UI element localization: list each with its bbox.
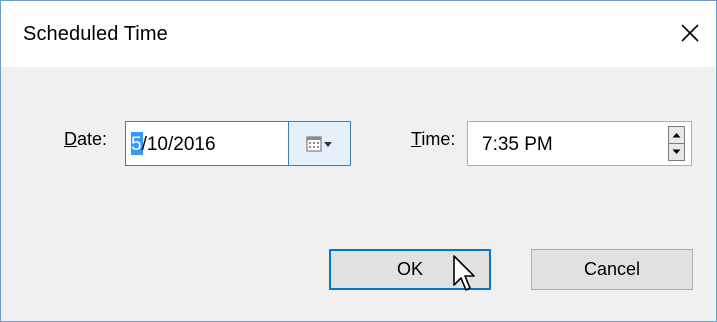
date-picker[interactable]: 5/10/2016: [125, 121, 351, 166]
close-icon: [681, 24, 699, 42]
date-value-selected: 5: [131, 134, 142, 155]
cancel-button[interactable]: Cancel: [531, 249, 693, 290]
date-value[interactable]: 5/10/2016: [131, 134, 216, 156]
dialog-title: Scheduled Time: [23, 23, 168, 45]
time-label-rest: ime:: [421, 129, 456, 149]
calendar-dropdown-icon: [306, 136, 332, 151]
date-value-rest: /10/2016: [141, 134, 216, 155]
title-bar: Scheduled Time: [1, 1, 716, 67]
scheduled-time-dialog: Scheduled Time Date: 5/10/2016 Time: 7:3…: [0, 0, 717, 322]
spin-up-button[interactable]: [669, 127, 684, 144]
mouse-cursor-icon: [453, 255, 475, 291]
time-label-accel: T: [411, 129, 422, 149]
time-value[interactable]: 7:35 PM: [482, 134, 553, 156]
time-picker[interactable]: 7:35 PM: [467, 121, 692, 166]
time-label: Time:: [411, 129, 455, 150]
spin-down-button[interactable]: [669, 144, 684, 160]
time-spinner[interactable]: [668, 126, 685, 161]
spin-up-icon: [672, 133, 681, 138]
date-label-rest: ate:: [77, 129, 108, 149]
date-label: Date:: [64, 129, 107, 150]
close-button[interactable]: [670, 13, 710, 53]
date-dropdown-button[interactable]: [288, 122, 350, 165]
spin-down-icon: [672, 149, 681, 154]
date-label-accel: D: [64, 129, 77, 149]
